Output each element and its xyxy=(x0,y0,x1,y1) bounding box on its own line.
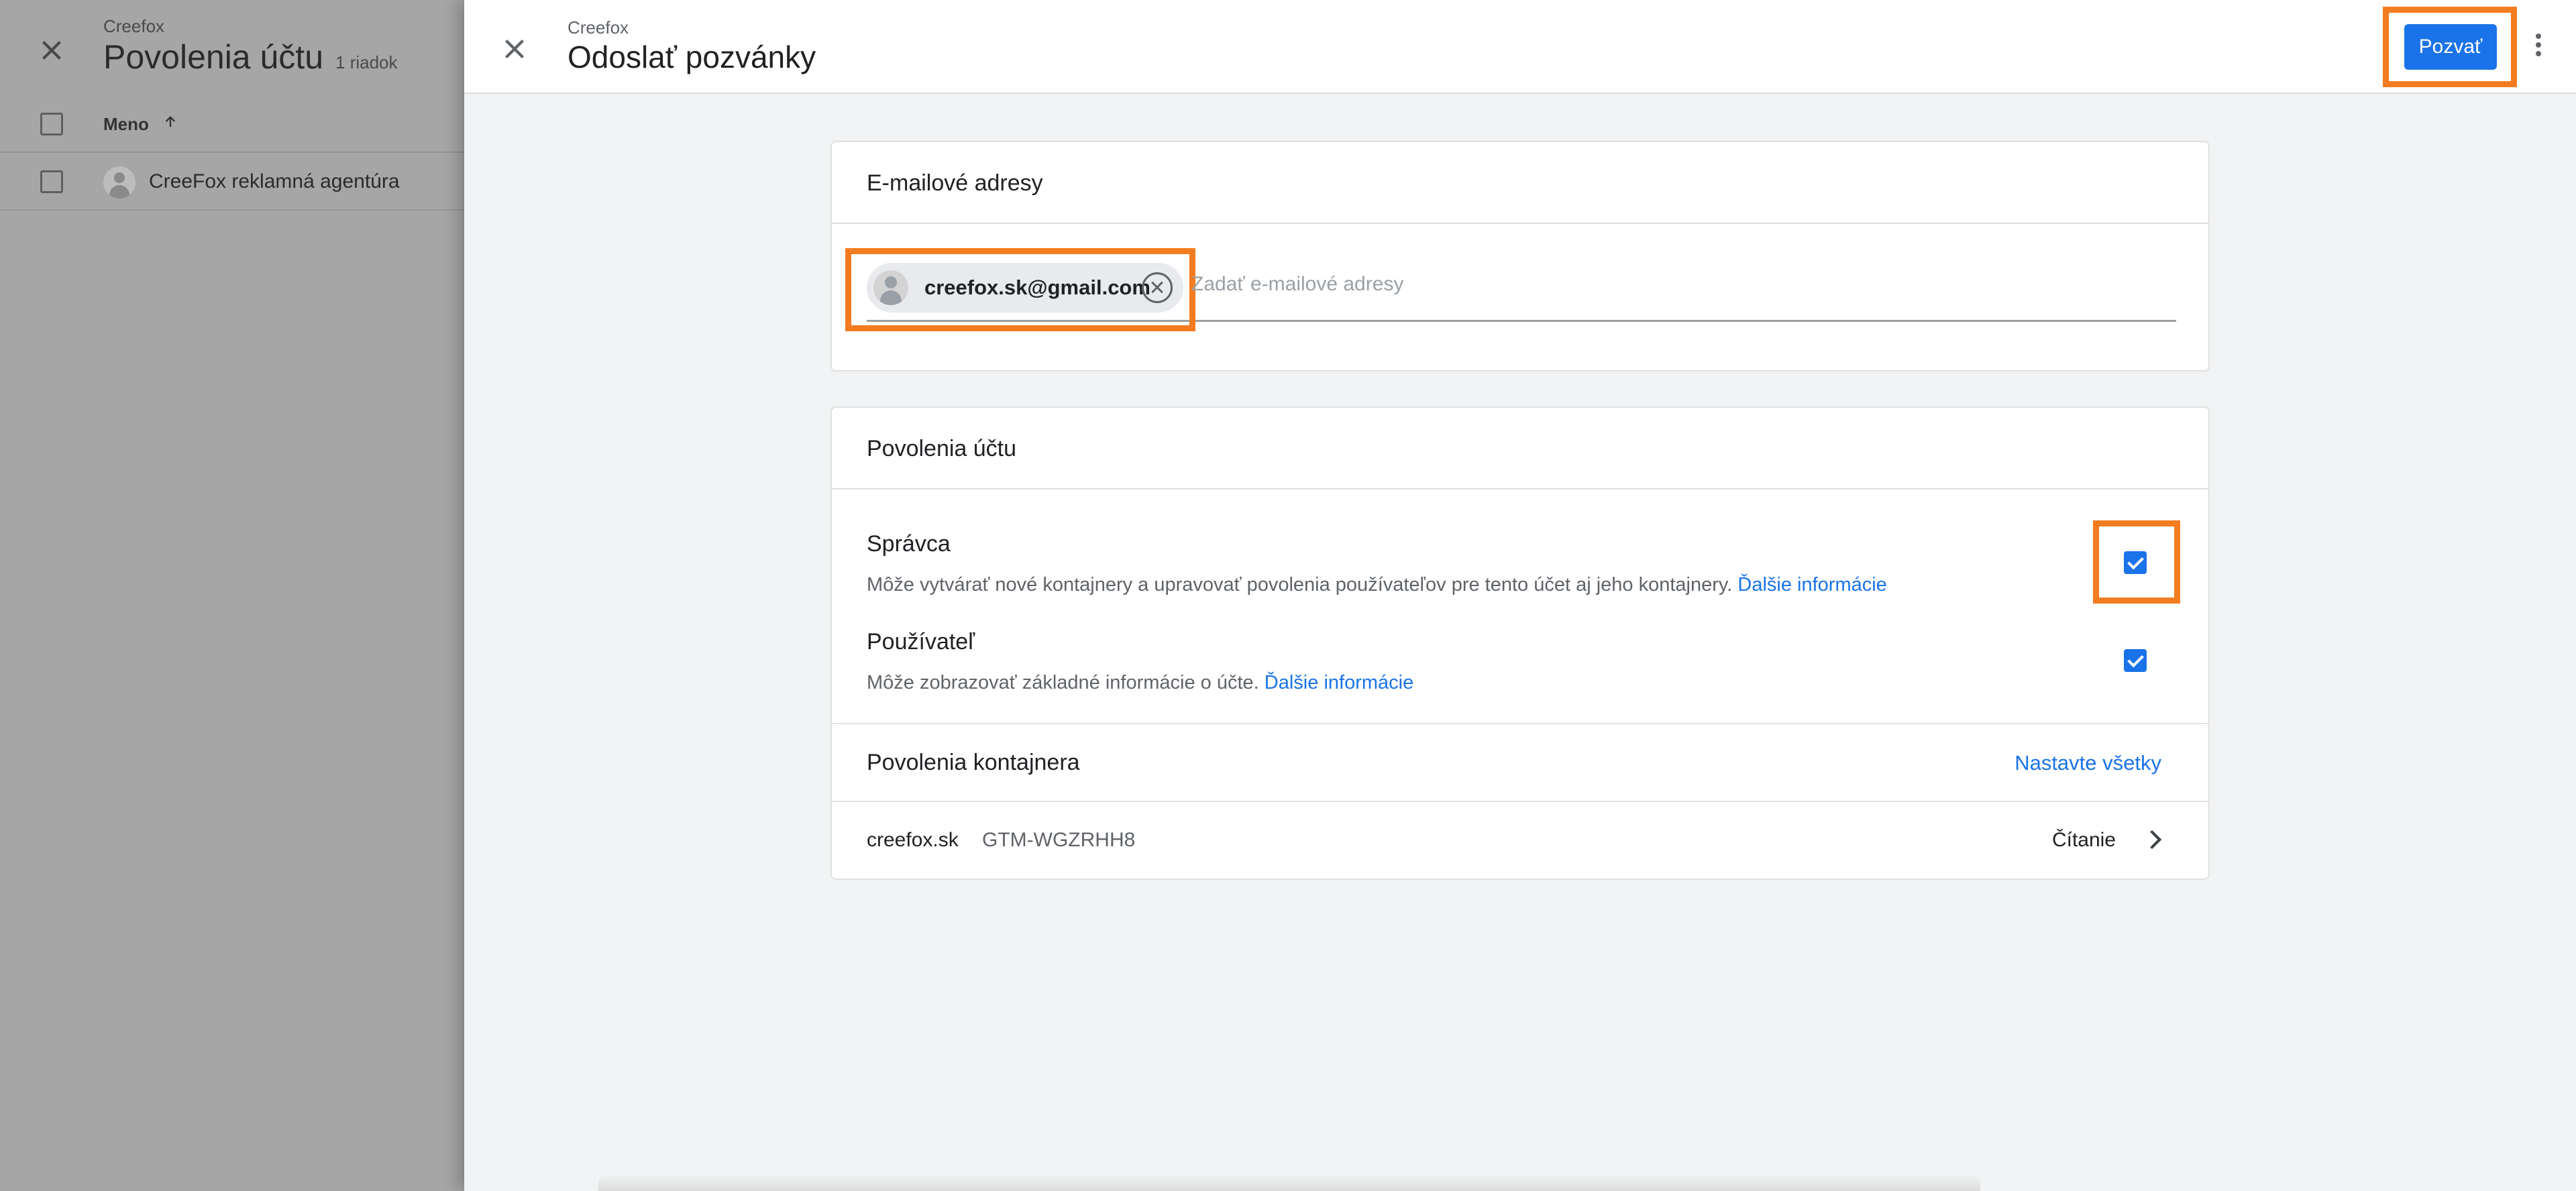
background-title: Povolenia účtu 1 riadok xyxy=(103,38,398,76)
chevron-right-icon xyxy=(2142,830,2162,850)
bottom-shadow xyxy=(598,1175,1980,1191)
invite-panel: Creefox Odoslať pozvánky Pozvať E-mailov… xyxy=(464,0,2576,1191)
panel-subtitle: Creefox xyxy=(568,17,629,38)
account-permissions-heading: Povolenia účtu xyxy=(832,408,2208,490)
remove-chip-icon[interactable] xyxy=(1142,272,1173,303)
panel-header: Creefox Odoslať pozvánky Pozvať xyxy=(464,0,2576,94)
learn-more-link[interactable]: Ďalšie informácie xyxy=(1265,672,1413,693)
invite-button[interactable]: Pozvať xyxy=(2404,24,2497,70)
user-checkbox[interactable] xyxy=(2124,649,2147,672)
container-id: GTM-WGZRHH8 xyxy=(982,829,1136,851)
table-row[interactable]: CreeFox reklamná agentúra xyxy=(0,154,470,211)
more-vert-icon[interactable] xyxy=(2530,31,2546,63)
container-name: creefox.sk xyxy=(867,829,959,851)
email-card-heading: E-mailové adresy xyxy=(832,142,2208,224)
arrow-up-icon xyxy=(165,116,176,127)
permission-description-text: Môže zobrazovať základné informácie o úč… xyxy=(867,672,1259,693)
background-title-text: Povolenia účtu xyxy=(103,38,324,76)
admin-checkbox-highlight xyxy=(2093,520,2180,604)
permission-description-text: Môže vytvárať nové kontajnery a upravova… xyxy=(867,574,1733,596)
permission-description-user: Môže zobrazovať základné informácie o úč… xyxy=(867,672,1413,694)
learn-more-link[interactable]: Ďalšie informácie xyxy=(1737,574,1886,596)
select-all-checkbox[interactable] xyxy=(40,113,63,135)
close-icon[interactable] xyxy=(498,32,531,66)
row-checkbox[interactable] xyxy=(40,170,63,193)
permission-title-user: Používateľ xyxy=(867,629,975,655)
row-count: 1 riadok xyxy=(335,52,398,72)
column-header-label: Meno xyxy=(103,114,149,134)
avatar xyxy=(103,166,136,198)
person-icon xyxy=(873,270,908,305)
container-permissions-header: Povolenia kontajnera Nastavte všetky xyxy=(832,723,2208,802)
column-header-name[interactable]: Meno xyxy=(103,114,178,135)
table-header: Meno xyxy=(0,97,470,153)
email-chip: creefox.sk@gmail.com xyxy=(867,263,1183,313)
page-title: Odoslať pozvánky xyxy=(568,40,816,74)
set-all-button[interactable]: Nastavte všetky xyxy=(2015,751,2161,775)
row-label: CreeFox reklamná agentúra xyxy=(149,170,400,192)
email-input[interactable] xyxy=(1191,266,2171,303)
background-page: Creefox Povolenia účtu 1 riadok Meno Cree… xyxy=(0,0,470,1191)
email-chip-label: creefox.sk@gmail.com xyxy=(924,276,1150,299)
background-subtitle: Creefox xyxy=(103,16,165,36)
container-role: Čítanie xyxy=(2051,829,2116,851)
container-row[interactable]: creefox.sk GTM-WGZRHH8 Čítanie xyxy=(832,802,2208,880)
permissions-card: Povolenia účtu Správca Môže vytvárať nov… xyxy=(830,406,2210,880)
container-permissions-heading: Povolenia kontajnera xyxy=(867,750,1080,775)
permission-description-admin: Môže vytvárať nové kontajnery a upravova… xyxy=(867,574,1887,596)
permission-title-admin: Správca xyxy=(867,531,951,557)
account-permissions-list: Správca Môže vytvárať nové kontajnery a … xyxy=(832,491,2208,723)
email-card: E-mailové adresy creefox.sk@gmail.com xyxy=(830,141,2210,372)
close-icon[interactable] xyxy=(35,34,68,67)
